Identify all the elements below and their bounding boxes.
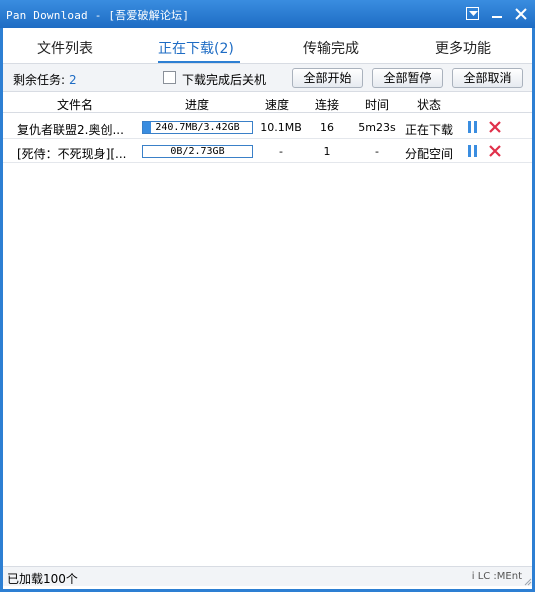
column-header-time[interactable]: 时间 [365,96,389,113]
start-all-button[interactable]: 全部开始 [292,68,363,88]
status-bar: 已加载100个 i LC :MEnt [3,566,532,586]
table-row[interactable]: [死侍：不死现身][... 0B/2.73GB - 1 - 分配空间 [3,139,532,163]
shutdown-checkbox-label[interactable]: 下载完成后关机 [182,71,266,88]
delete-x-icon[interactable] [488,144,502,158]
column-header-progress[interactable]: 进度 [185,96,209,113]
tab-bar: 文件列表 正在下载(2) 传输完成 更多功能 [3,28,532,64]
pause-icon[interactable] [468,145,478,157]
progress-bar: 240.7MB/3.42GB [142,121,253,134]
tab-downloading[interactable]: 正在下载(2) [158,38,234,58]
toolbar: 剩余任务: 2 下载完成后关机 全部开始 全部暂停 全部取消 [3,64,532,92]
file-name: [死侍：不死现身][... [17,147,127,161]
cancel-all-button[interactable]: 全部取消 [452,68,523,88]
resize-grip-icon[interactable] [524,578,532,586]
column-header-connections[interactable]: 连接 [315,96,339,113]
tab-file-list[interactable]: 文件列表 [37,38,93,58]
table-row[interactable]: 复仇者联盟2.奥创... 240.7MB/3.42GB 10.1MB 16 5m… [3,115,532,139]
main-content: 文件列表 正在下载(2) 传输完成 更多功能 剩余任务: 2 下载完成后关机 全部… [3,28,532,589]
task-status: 正在下载 [405,123,454,137]
time-remaining: 5m23s [358,121,396,134]
download-speed: - [279,145,283,158]
remaining-tasks-label: 剩余任务: [13,73,66,87]
minimize-icon[interactable] [489,6,505,22]
connection-count: 1 [323,145,331,158]
loaded-count-text: 已加载100个 [7,572,78,586]
close-icon[interactable] [513,6,529,22]
pause-icon[interactable] [468,121,478,133]
pause-all-button[interactable]: 全部暂停 [372,68,443,88]
time-remaining: - [375,145,379,158]
file-name: 复仇者联盟2.奥创... [17,123,124,137]
tab-completed[interactable]: 传输完成 [303,38,359,58]
title-bar[interactable]: Pan Download - [吾爱破解论坛] [0,0,535,28]
column-header-filename[interactable]: 文件名 [57,96,93,113]
task-status: 分配空间 [405,147,454,161]
connection-count: 16 [320,121,334,134]
dropdown-menu-icon[interactable] [466,7,479,20]
shutdown-checkbox[interactable] [163,71,176,84]
window-title: Pan Download - [吾爱破解论坛] [6,9,190,22]
progress-text: 0B/2.73GB [170,146,225,157]
column-header-status[interactable]: 状态 [417,96,441,113]
tab-more-features[interactable]: 更多功能 [435,38,491,58]
active-tab-indicator [158,61,240,63]
app-window: Pan Download - [吾爱破解论坛] 文件列表 正在下载(2) 传输完… [0,0,535,592]
table-header: 文件名 进度 速度 连接 时间 状态 [3,93,532,113]
download-speed: 10.1MB [260,121,302,134]
column-header-speed[interactable]: 速度 [265,96,289,113]
remaining-tasks-count: 2 [69,73,77,87]
status-bar-right-text: i LC :MEnt [471,571,522,582]
delete-x-icon[interactable] [488,120,502,134]
progress-text: 240.7MB/3.42GB [155,122,240,133]
remaining-tasks: 剩余任务: 2 [13,71,77,88]
progress-bar: 0B/2.73GB [142,145,253,158]
